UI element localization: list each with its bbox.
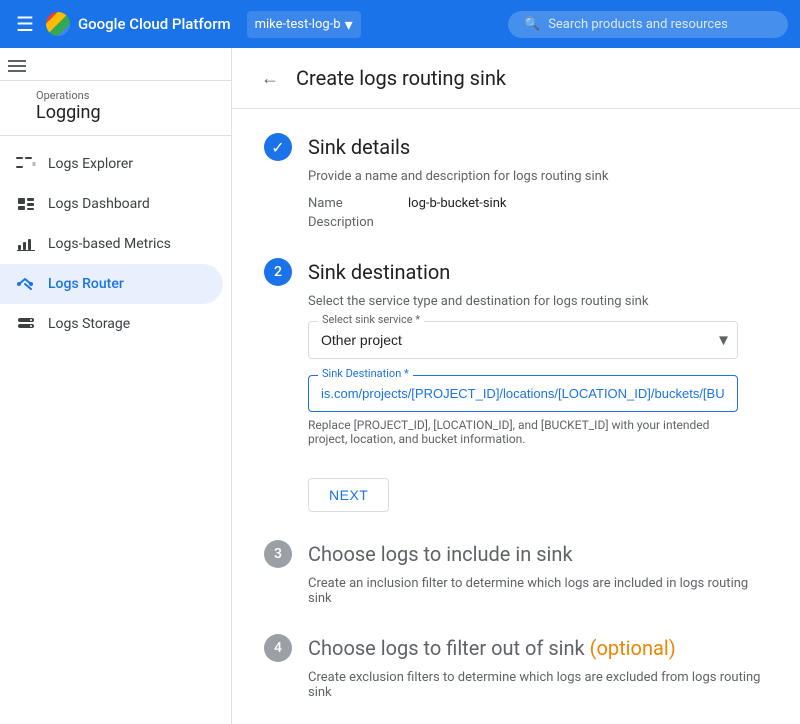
step-4-description: Create exclusion filters to determine wh… [308,670,768,700]
sink-name-value: log-b-bucket-sink [408,196,506,211]
step-1-title: Sink details [308,135,410,159]
dashboard-icon [16,194,36,214]
service-label: Operations [36,89,215,102]
project-name: mike-test-log-b [255,17,341,32]
step-sink-destination: 2 Sink destination Select the service ty… [264,258,768,512]
step-sink-details: ✓ Sink details Provide a name and descri… [264,133,768,230]
step-4-header: 4 Choose logs to filter out of sink (opt… [264,634,768,662]
page-header: ← Create logs routing sink [232,48,800,109]
step-1-content: Provide a name and description for logs … [308,169,768,230]
select-sink-service-label: Select sink service * [318,313,424,326]
search-bar[interactable]: 🔍 Search products and resources [508,11,788,38]
sink-name-label: Name [308,196,408,211]
brand-logo-area: Google Cloud Platform [46,12,231,36]
service-title: Logging [36,102,215,123]
content-area: ✓ Sink details Provide a name and descri… [232,109,800,724]
sidebar-item-label: Logs Explorer [48,156,133,172]
sidebar-navigation: Logs Explorer Logs Dashboard [0,136,231,352]
step-1-indicator: ✓ [264,133,292,161]
back-button[interactable]: ← [256,64,284,92]
sidebar-item-logs-router[interactable]: Logs Router [0,264,223,304]
search-placeholder: Search products and resources [548,17,728,32]
chevron-down-icon: ▾ [345,15,353,34]
sink-name-row: Name log-b-bucket-sink [308,196,768,211]
sink-destination-input[interactable] [308,375,738,412]
hamburger-menu[interactable]: ☰ [12,8,38,40]
sink-service-select[interactable]: Cloud Storage bucket BigQuery dataset Cl… [308,321,738,359]
step-3-content: Create an inclusion filter to determine … [308,576,768,606]
project-selector[interactable]: mike-test-log-b ▾ [247,11,361,38]
step-3-number: 3 [274,546,282,562]
metrics-icon [16,234,36,254]
app-layout: Operations Logging [0,48,800,724]
step-4-indicator: 4 [264,634,292,662]
step-3-description: Create an inclusion filter to determine … [308,576,768,606]
step-choose-logs-filter: 4 Choose logs to filter out of sink (opt… [264,634,768,700]
list-view-icon [8,60,26,72]
brand-name: Google Cloud Platform [78,15,231,33]
sidebar-item-logs-metrics[interactable]: Logs-based Metrics [0,224,223,264]
step-4-title: Choose logs to filter out of sink (optio… [308,636,676,660]
storage-icon [16,314,36,334]
sink-destination-hint: Replace [PROJECT_ID], [LOCATION_ID], and… [308,418,738,446]
list-icon [16,154,36,174]
sidebar-item-logs-storage[interactable]: Logs Storage [0,304,223,344]
sink-destination-label: Sink Destination * [318,367,413,380]
sidebar-item-label: Logs Router [48,276,124,292]
step-4-content: Create exclusion filters to determine wh… [308,670,768,700]
google-logo [46,12,70,36]
optional-label: (optional) [590,636,676,660]
step-2-header: 2 Sink destination [264,258,768,286]
step-2-number: 2 [274,264,282,280]
page-title: Create logs routing sink [296,66,506,90]
sidebar: Operations Logging [0,48,232,724]
top-navigation: ☰ Google Cloud Platform mike-test-log-b … [0,0,800,48]
main-content: ← Create logs routing sink ✓ Sink detail… [232,48,800,724]
step-2-content: Select the service type and destination … [308,294,768,512]
next-button[interactable]: NEXT [308,478,389,512]
step-2-title: Sink destination [308,260,450,284]
step-1-description: Provide a name and description for logs … [308,169,768,184]
sidebar-item-label: Logs-based Metrics [48,236,171,252]
step-choose-logs-include: 3 Choose logs to include in sink Create … [264,540,768,606]
sidebar-item-logs-explorer[interactable]: Logs Explorer [0,144,223,184]
step-4-number: 4 [274,640,282,656]
sidebar-header [0,48,231,81]
sink-description-row: Description [308,215,768,230]
route-icon [16,274,36,294]
step-3-title: Choose logs to include in sink [308,542,573,566]
step-2-indicator: 2 [264,258,292,286]
sidebar-item-logs-dashboard[interactable]: Logs Dashboard [0,184,223,224]
step-1-header: ✓ Sink details [264,133,768,161]
sink-service-select-wrapper: Select sink service * Cloud Storage buck… [308,321,738,359]
sink-service-group: Select sink service * Cloud Storage buck… [308,321,768,359]
step-3-header: 3 Choose logs to include in sink [264,540,768,568]
sink-destination-group: Sink Destination * Replace [PROJECT_ID],… [308,375,768,446]
sidebar-item-label: Logs Dashboard [48,196,150,212]
sink-destination-input-group: Sink Destination * [308,375,738,412]
step-2-description: Select the service type and destination … [308,294,768,309]
sidebar-item-label: Logs Storage [48,316,130,332]
sidebar-title-block: Operations Logging [0,81,231,136]
step-3-indicator: 3 [264,540,292,568]
checkmark-icon: ✓ [271,138,284,157]
search-icon: 🔍 [524,17,540,32]
sink-description-label: Description [308,215,408,230]
